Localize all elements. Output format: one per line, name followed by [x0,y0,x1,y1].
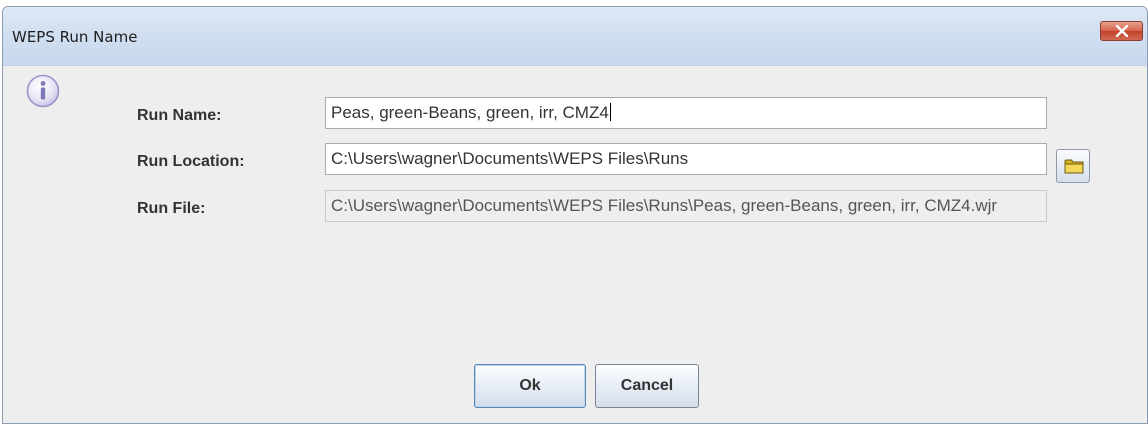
run-name-value: Peas, green-Beans, green, irr, CMZ4 [331,103,609,122]
run-name-label: Run Name: [137,107,222,124]
text-caret [609,103,611,121]
run-name-dialog: WEPS Run Name Run Name: Peas, green-Bean… [2,6,1148,424]
ok-button[interactable]: Ok [474,364,586,408]
run-location-label: Run Location: [137,153,245,170]
run-file-field: C:\Users\wagner\Documents\WEPS Files\Run… [325,190,1047,222]
run-file-label: Run File: [137,200,206,217]
run-name-input[interactable]: Peas, green-Beans, green, irr, CMZ4 [325,97,1047,129]
run-location-value: C:\Users\wagner\Documents\WEPS Files\Run… [331,149,689,168]
folder-icon [1064,159,1084,174]
window-title: WEPS Run Name [12,28,138,46]
close-icon [1115,25,1129,37]
cancel-button[interactable]: Cancel [595,364,699,408]
browse-location-button[interactable] [1056,149,1090,183]
info-icon [26,74,60,108]
run-location-input[interactable]: C:\Users\wagner\Documents\WEPS Files\Run… [325,143,1047,175]
close-button[interactable] [1100,21,1143,41]
run-file-value: C:\Users\wagner\Documents\WEPS Files\Run… [331,196,998,215]
title-bar[interactable]: WEPS Run Name [3,7,1147,66]
